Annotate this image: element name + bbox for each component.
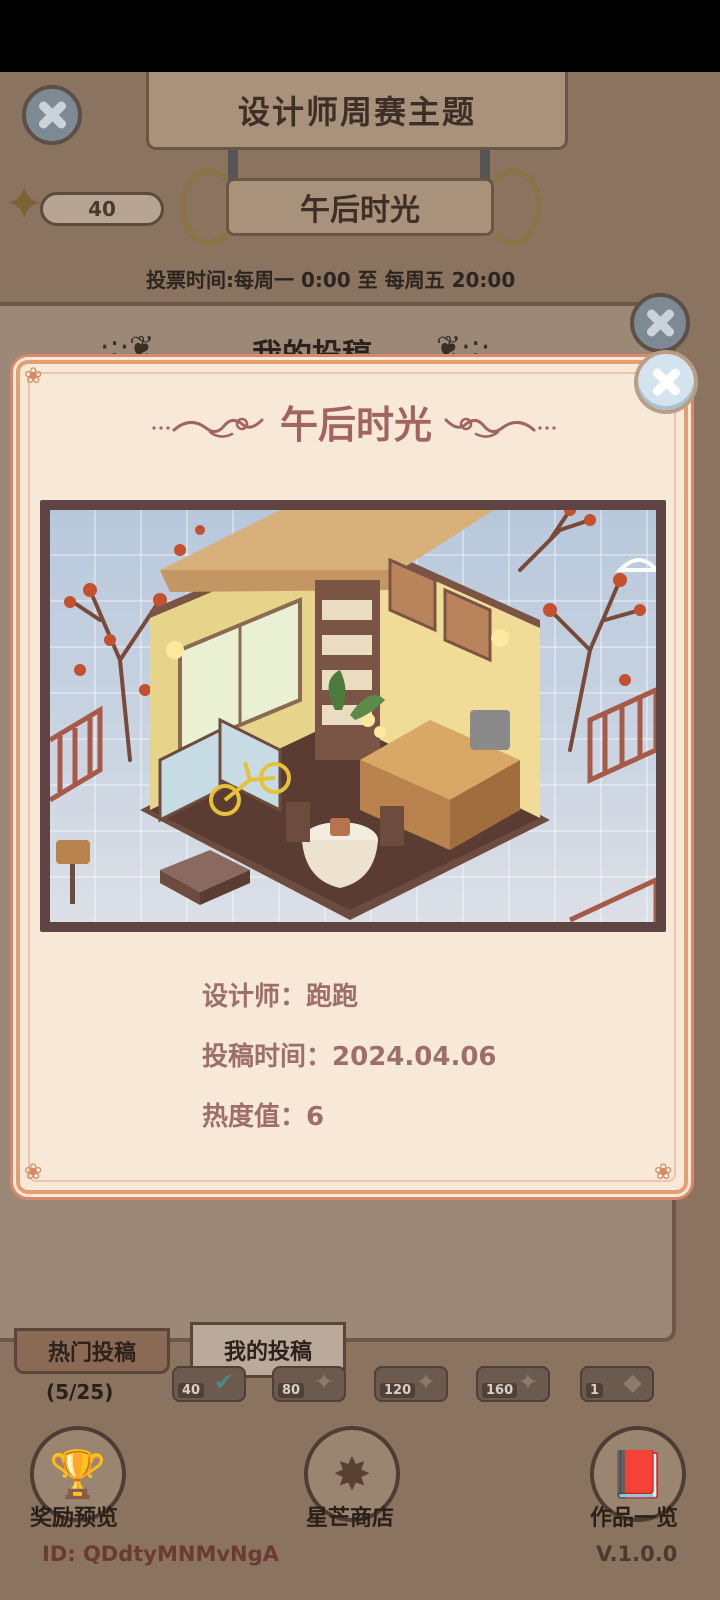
design-preview-image <box>40 500 666 932</box>
sign-chain <box>480 150 490 180</box>
star-icon: ✸ <box>332 1447 372 1501</box>
corner-ornament-icon: ❀ <box>654 1160 673 1185</box>
vote-time: 投票时间:每周一 0:00 至 每周五 20:00 <box>146 268 516 292</box>
reward-tier[interactable]: ✦ 80 <box>272 1366 346 1402</box>
player-id: ID: QDdtyMNMvNgA <box>42 1542 279 1566</box>
star-counter: 40 ✦ <box>0 180 168 230</box>
reward-tier[interactable]: ✔ 40 <box>172 1366 246 1402</box>
reward-threshold: 120 <box>380 1383 416 1398</box>
panel-close-button[interactable] <box>630 293 690 353</box>
panel-title: 我的投稿 <box>252 338 372 364</box>
dialog-title: 午后时光 <box>279 403 432 447</box>
star-icon: ✦ <box>4 176 45 232</box>
star-count: 40 <box>40 192 164 226</box>
reward-threshold: 1 <box>586 1383 604 1398</box>
reward-threshold: 160 <box>482 1383 518 1398</box>
status-bar <box>0 0 720 72</box>
star-icon: ✦ <box>517 1368 538 1396</box>
reward-tier[interactable]: ✦ 120 <box>374 1366 448 1402</box>
corner-ornament-icon: ❀ <box>24 364 43 389</box>
heat-info: 热度值：6 <box>202 1096 324 1136</box>
book-icon: 📕 <box>609 1446 667 1501</box>
sign-chain <box>228 150 238 180</box>
submit-time-value: 2024.04.06 <box>332 1042 497 1072</box>
cafe-scene-illustration <box>50 510 656 922</box>
theme-name: 午后时光 <box>226 178 494 236</box>
dialog-close-button[interactable] <box>634 350 698 414</box>
close-icon <box>651 367 681 397</box>
close-icon <box>645 308 675 338</box>
close-icon <box>37 100 67 130</box>
star-shop-label: 星芒商店 <box>306 1506 395 1531</box>
star-icon: ✦ <box>415 1368 436 1396</box>
reward-threshold: 80 <box>278 1383 305 1398</box>
header-title: 设计师周赛主题 <box>146 72 568 150</box>
reward-tier[interactable]: ◆ 1 <box>580 1366 654 1402</box>
heat-value: 6 <box>306 1102 325 1132</box>
corner-ornament-icon: ❀ <box>24 1160 43 1185</box>
trophy-icon: 🏆 <box>49 1446 107 1501</box>
star-icon: ✦ <box>313 1368 334 1396</box>
designer-info: 设计师：跑跑 <box>202 976 358 1016</box>
reward-tier[interactable]: ✦ 160 <box>476 1366 550 1402</box>
designer-name: 跑跑 <box>306 982 359 1012</box>
reward-threshold: 40 <box>178 1383 205 1398</box>
back-close-button[interactable] <box>22 85 82 145</box>
reward-progress: (5/25) <box>46 1380 114 1404</box>
designer-label: 设计师： <box>202 982 307 1012</box>
submit-time-info: 投稿时间：2024.04.06 <box>202 1036 497 1076</box>
heat-label: 热度值： <box>202 1102 307 1132</box>
reward-preview-label: 奖励预览 <box>30 1506 119 1531</box>
title-ornament-left-icon <box>152 417 264 438</box>
submit-time-label: 投稿时间： <box>202 1042 333 1072</box>
floor-tile-icon: ◆ <box>623 1368 642 1396</box>
works-list-label: 作品一览 <box>590 1506 679 1531</box>
tab-hot-submissions[interactable]: 热门投稿 <box>14 1328 170 1374</box>
version-label: V.1.0.0 <box>596 1542 678 1566</box>
title-ornament-right-icon <box>444 417 556 438</box>
check-icon: ✔ <box>213 1368 234 1396</box>
